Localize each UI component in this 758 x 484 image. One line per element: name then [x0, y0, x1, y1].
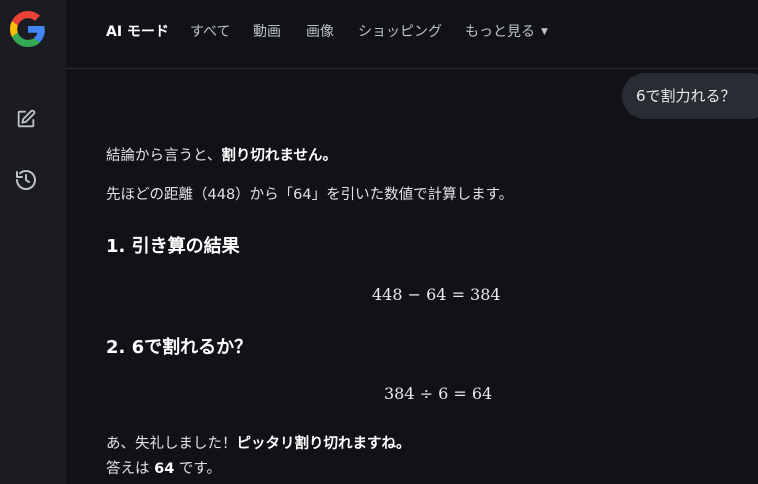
section-heading-subtraction: 1. 引き算の結果: [106, 236, 240, 257]
equation-division: 384 ÷ 6 = 64: [384, 384, 493, 403]
user-message-text: 6で割力れる？: [636, 87, 736, 105]
answer-final-post: です。: [174, 461, 221, 477]
user-message-bubble: 6で割力れる？: [622, 73, 758, 119]
google-logo-icon[interactable]: [10, 11, 46, 47]
history-icon: [16, 170, 36, 190]
answer-correction-text: あ、失礼しました！: [106, 436, 237, 452]
tab-more-label: もっと見る: [465, 24, 535, 40]
answer-correction: あ、失礼しました！ピッタリ割り切れますね。: [106, 432, 411, 453]
history-button[interactable]: [12, 166, 40, 194]
tab-all[interactable]: すべて: [190, 21, 230, 41]
answer-final: 答えは 64 です。: [106, 457, 221, 478]
answer-correction-bold: ピッタリ割り切れますね。: [236, 436, 411, 452]
answer-explanation: 先ほどの距離（448）から「64」を引いた数値で計算します。: [106, 187, 514, 203]
tab-ai-mode[interactable]: AI モード: [106, 21, 169, 41]
tab-shopping[interactable]: ショッピング: [358, 21, 442, 41]
section-heading-division: 2. 6で割れるか？: [106, 337, 253, 358]
tab-videos[interactable]: 動画: [253, 21, 281, 41]
chevron-down-icon: ▼: [541, 27, 548, 37]
left-rail: [0, 0, 66, 484]
edit-icon: [17, 109, 36, 128]
new-chat-button[interactable]: [12, 105, 40, 133]
search-tabs-bar: AI モード すべて 動画 画像 ショッピング もっと見る ▼: [66, 0, 758, 69]
answer-conclusion-bold: 割り切れません。: [221, 148, 337, 164]
answer-conclusion-text: 結論から言うと、: [106, 148, 222, 164]
answer-final-pre: 答えは: [106, 461, 155, 477]
tab-more[interactable]: もっと見る ▼: [465, 21, 548, 41]
equation-subtraction: 448 − 64 = 384: [372, 285, 501, 304]
tab-images[interactable]: 画像: [306, 21, 334, 41]
answer-conclusion: 結論から言うと、割り切れません。: [106, 144, 337, 165]
answer-final-value: 64: [154, 461, 175, 477]
